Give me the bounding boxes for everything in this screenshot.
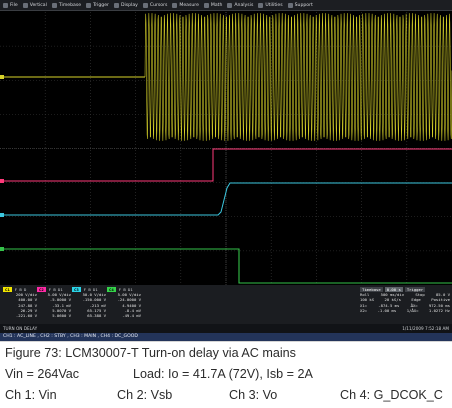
menu-label: Support [294, 2, 313, 8]
channel-value: -49.4 mV [122, 313, 141, 319]
menu-vertical[interactable]: Vertical [22, 0, 51, 11]
channel-descriptor-c2[interactable]: C2 F B D1 5.00 V/div -5.0000 V -33.1 mV 5.007… [37, 287, 73, 329]
load-text: Load: Io = 41.7A (72V), Isb = 2A [133, 367, 313, 381]
trigger-icon [86, 2, 92, 8]
timebase-icon [51, 2, 57, 8]
analysis-icon [227, 2, 233, 8]
ch4-caption: Ch 4: G_DCOK_C [340, 388, 443, 402]
menu-label: Utilities [265, 2, 283, 8]
channel-tag: C2 [37, 287, 46, 293]
menu-trigger[interactable]: Trigger [85, 0, 113, 11]
ch1-ac-line-trace [144, 13, 452, 141]
timebase-row: X2= -1.00 ms 1/ΔX= 1.0272 Hz [360, 308, 450, 313]
channel-tag: C3 [72, 287, 81, 293]
timebase-value: 1.0272 Hz [428, 307, 450, 313]
menu-label: Cursors [149, 2, 168, 8]
menu-label: Math [210, 2, 223, 8]
waveform-plot [0, 12, 452, 285]
waveform-display [0, 12, 452, 285]
cursors-icon [142, 2, 148, 8]
timebase-value: 1/ΔX= [406, 307, 419, 313]
support-icon [287, 2, 293, 8]
timebase-value: X2= [360, 307, 368, 313]
status-bar: TURN ON DELAY 1/11/2009 7:52:18 AM [0, 324, 452, 333]
menu-label: Vertical [29, 2, 47, 8]
channel-descriptor-c3[interactable]: C3 F B D1 50.0 V/div -150.000 V -213 mV 65.17… [72, 287, 108, 329]
menu-measure[interactable]: Measure [171, 0, 203, 11]
menu-timebase[interactable]: Timebase [51, 0, 85, 11]
status-title: TURN ON DELAY [3, 326, 38, 331]
display-icon [113, 2, 119, 8]
channel-label-bar: CH1 : AC_LINE , CH2 : STBY , CH3 : MAIN … [0, 333, 452, 341]
channel-tag: C4 [107, 287, 116, 293]
menu-label: Trigger [93, 2, 109, 8]
ch2-caption: Ch 2: Vsb [117, 388, 173, 402]
menu-analysis[interactable]: Analysis [226, 0, 257, 11]
timebase-trigger-box[interactable]: Timebase 0.00 s Trigger Roll 500 ms/div St… [360, 287, 450, 321]
menu-label: Display [120, 2, 138, 8]
menu-label: Analysis [234, 2, 254, 8]
menu-cursors[interactable]: Cursors [142, 0, 172, 11]
vertical-icon [22, 2, 28, 8]
menu-math[interactable]: Math [203, 0, 227, 11]
menu-utilities[interactable]: Utilities [257, 0, 286, 11]
channel-descriptor-c4[interactable]: C4 F B D1 5.00 V/div -24.0000 V 4.9400 V -8.4… [107, 287, 143, 329]
status-timestamp: 1/11/2009 7:52:18 AM [402, 326, 449, 331]
channel-value: -221.60 V [15, 313, 37, 319]
oscilloscope-window: File Vertical Timebase Trigger Display Cursor… [0, 0, 452, 341]
menu-label: Timebase [58, 2, 82, 8]
channel-value: 65.388 V [87, 313, 106, 319]
menu-display[interactable]: Display [113, 0, 142, 11]
menu-bar: File Vertical Timebase Trigger Display Cursor… [0, 0, 452, 11]
menu-label: File [10, 2, 18, 8]
math-icon [203, 2, 209, 8]
measure-icon [172, 2, 178, 8]
timebase-value: -1.00 ms [377, 307, 397, 313]
menu-label: Measure [179, 2, 199, 8]
channel-tag: C1 [3, 287, 12, 293]
figure-title: Figure 73: LCM30007-T Turn-on delay via … [5, 346, 296, 360]
utilities-icon [258, 2, 264, 8]
vin-text: Vin = 264Vac [5, 367, 80, 381]
menu-file[interactable]: File [2, 0, 22, 11]
ch3-caption: Ch 3: Vo [229, 388, 278, 402]
channel-descriptor-c1[interactable]: C1 F B D 200 V/div 400.00 V 247.88 V 26.29 V-… [3, 287, 39, 329]
ch1-caption: Ch 1: Vin [5, 388, 57, 402]
channel-value: 5.0600 V [52, 313, 71, 319]
channel-markers [0, 75, 4, 251]
figure-caption: Figure 73: LCM30007-T Turn-on delay via … [0, 341, 452, 408]
file-icon [3, 2, 8, 8]
menu-support[interactable]: Support [287, 0, 317, 11]
